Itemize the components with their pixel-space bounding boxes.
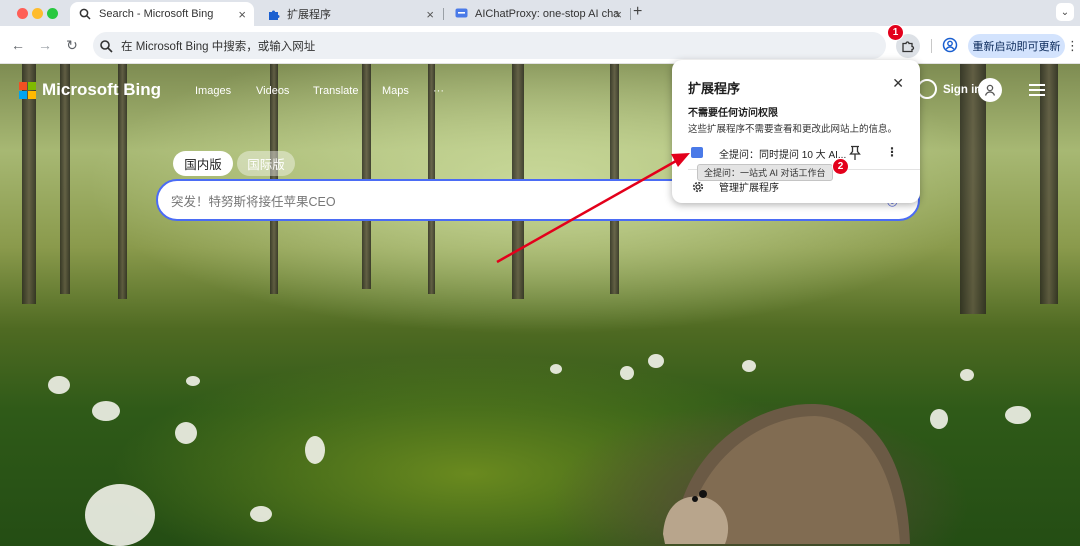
background-flower — [85, 484, 155, 546]
close-window-button[interactable] — [17, 8, 28, 19]
extension-name[interactable]: 全提问：同时提问 10 大 AI... — [719, 146, 846, 161]
relaunch-update-button[interactable]: 重新启动即可更新 — [968, 34, 1065, 58]
extensions-popup: 扩展程序 ✕ 不需要任何访问权限 这些扩展程序不需要查看和更改此网站上的信息。 … — [672, 60, 920, 203]
puzzle-icon — [266, 7, 280, 21]
extension-chat-icon — [691, 147, 703, 158]
background-flower — [305, 436, 325, 464]
background-flower — [92, 401, 120, 421]
tab-strip: Search - Microsoft Bing × 扩展程序 × AIChatP… — [0, 0, 1080, 26]
nav-translate[interactable]: Translate — [313, 85, 358, 97]
background-flower — [620, 366, 634, 380]
tab-close-icon[interactable]: × — [614, 7, 622, 22]
chat-icon — [454, 7, 468, 21]
extension-row[interactable]: 全提问：同时提问 10 大 AI... ⋮ — [672, 141, 920, 165]
nav-more[interactable]: ··· — [433, 85, 444, 97]
background-flower — [648, 354, 664, 368]
address-bar-text: 在 Microsoft Bing 中搜索，或输入网址 — [121, 40, 316, 53]
microsoft-logo-icon — [19, 81, 36, 99]
tab-close-icon[interactable]: × — [238, 7, 246, 22]
popup-section-description: 这些扩展程序不需要查看和更改此网站上的信息。 — [688, 124, 898, 135]
address-bar[interactable]: 在 Microsoft Bing 中搜索，或输入网址 — [93, 32, 886, 59]
minimize-window-button[interactable] — [32, 8, 43, 19]
bing-logo[interactable]: Microsoft Bing — [19, 80, 161, 100]
background-flower — [186, 376, 200, 386]
manage-extensions-label: 管理扩展程序 — [719, 183, 779, 194]
more-options-icon[interactable]: ⋮ — [886, 145, 898, 159]
background-tree — [1040, 64, 1058, 304]
nav-maps[interactable]: Maps — [382, 85, 409, 97]
tab-bing[interactable]: Search - Microsoft Bing × — [70, 2, 254, 26]
forward-icon[interactable]: → — [37, 37, 53, 53]
popup-title: 扩展程序 — [688, 81, 741, 96]
tab-separator — [630, 8, 631, 20]
background-flower — [1005, 406, 1031, 424]
tab-china-edition[interactable]: 国内版 — [173, 151, 233, 176]
annotation-badge-2: 2 — [832, 158, 849, 175]
tab-title: Search - Microsoft Bing — [99, 8, 214, 20]
profile-icon[interactable] — [941, 36, 959, 54]
tab-title: AIChatProxy: one-stop AI cha — [475, 8, 620, 20]
toolbar: ← → ↻ 在 Microsoft Bing 中搜索，或输入网址 1 重新启动即… — [0, 24, 1080, 64]
bing-logo-text: Microsoft Bing — [42, 80, 161, 99]
toolbar-separator — [931, 39, 932, 53]
background-flower — [550, 364, 562, 374]
gear-icon — [692, 181, 704, 192]
popup-section-heading: 不需要任何访问权限 — [688, 108, 778, 119]
manage-extensions-button[interactable]: 管理扩展程序 — [692, 179, 779, 194]
hedgehog-image — [663, 403, 910, 544]
tab-aichatproxy[interactable]: AIChatProxy: one-stop AI cha × — [446, 2, 630, 26]
tab-extensions[interactable]: 扩展程序 × — [258, 2, 442, 26]
reload-icon[interactable]: ↻ — [64, 37, 80, 53]
close-icon[interactable]: ✕ — [892, 75, 904, 92]
background-tree — [362, 64, 371, 289]
background-tree — [22, 64, 36, 304]
nav-images[interactable]: Images — [195, 85, 231, 97]
rewards-icon[interactable] — [917, 79, 937, 99]
avatar[interactable] — [978, 78, 1002, 102]
more-menu-icon[interactable]: ⋮ — [1066, 38, 1079, 54]
background-flower — [960, 369, 974, 381]
annotation-badge-1: 1 — [887, 24, 904, 41]
chevron-down-icon[interactable]: ⌄ — [1056, 3, 1074, 21]
background-flower — [930, 409, 948, 429]
tab-title: 扩展程序 — [287, 9, 331, 21]
pin-icon[interactable] — [849, 145, 861, 161]
tab-international-edition[interactable]: 国际版 — [237, 151, 295, 176]
nav-videos[interactable]: Videos — [256, 85, 289, 97]
maximize-window-button[interactable] — [47, 8, 58, 19]
search-icon — [100, 39, 113, 53]
search-placeholder: 突发！特努斯将接任苹果CEO — [171, 194, 336, 209]
background-flower — [742, 360, 756, 372]
puzzle-icon — [902, 41, 915, 53]
new-tab-button[interactable]: + — [633, 3, 642, 21]
background-tree — [960, 64, 986, 314]
back-icon[interactable]: ← — [10, 37, 26, 53]
background-flower — [175, 422, 197, 444]
search-icon — [78, 7, 92, 21]
extension-tooltip: 全提问：一站式 AI 对话工作台 — [697, 164, 833, 181]
background-flower — [250, 506, 272, 522]
background-flower — [48, 376, 70, 394]
tab-close-icon[interactable]: × — [426, 7, 434, 22]
hamburger-menu-icon[interactable] — [1029, 84, 1045, 96]
sign-in-link[interactable]: Sign in — [943, 84, 981, 96]
tab-separator — [443, 8, 444, 20]
